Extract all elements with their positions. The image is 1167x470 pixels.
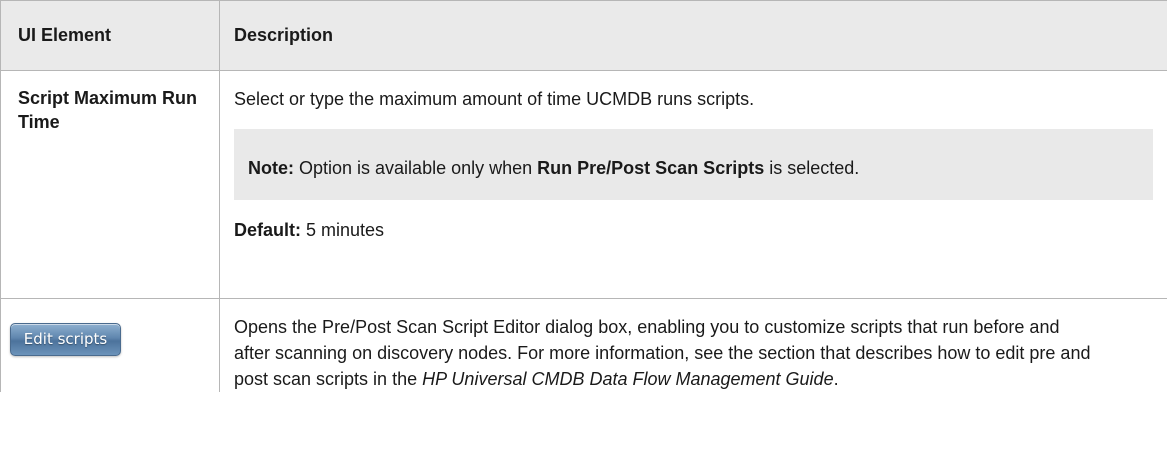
ui-element-table: UI Element Description Script Maximum Ru…	[0, 0, 1167, 392]
note-box: Note: Option is available only when Run …	[234, 129, 1153, 200]
table-row: Edit scripts Opens the Pre/Post Scan Scr…	[0, 298, 1167, 392]
default-value: 5 minutes	[301, 220, 385, 240]
note-text: Note: Option is available only when Run …	[248, 153, 1028, 183]
note-label: Note:	[248, 158, 294, 178]
note-bold-term: Run Pre/Post Scan Scripts	[537, 158, 765, 178]
element-button-cell: Edit scripts	[0, 298, 220, 392]
edit-scripts-description: Opens the Pre/Post Scan Script Editor di…	[234, 314, 1094, 392]
default-label: Default:	[234, 220, 301, 240]
guide-title: HP Universal CMDB Data Flow Management G…	[422, 369, 834, 389]
description-text: Select or type the maximum amount of tim…	[234, 89, 755, 109]
note-text-before: Option is available only when	[294, 158, 538, 178]
description-cell: Select or type the maximum amount of tim…	[219, 70, 1167, 299]
description-after: .	[833, 369, 839, 389]
note-text-after: is selected.	[764, 158, 860, 178]
header-ui-element: UI Element	[0, 0, 220, 71]
edit-scripts-button[interactable]: Edit scripts	[10, 323, 121, 356]
element-name-cell: Script Maximum Run Time	[0, 70, 220, 299]
header-description: Description	[219, 0, 1167, 71]
default-line: Default: 5 minutes	[234, 217, 1153, 243]
description-cell: Opens the Pre/Post Scan Script Editor di…	[219, 298, 1167, 392]
table-header-row: UI Element Description	[0, 0, 1167, 71]
table-row: Script Maximum Run Time Select or type t…	[0, 70, 1167, 299]
